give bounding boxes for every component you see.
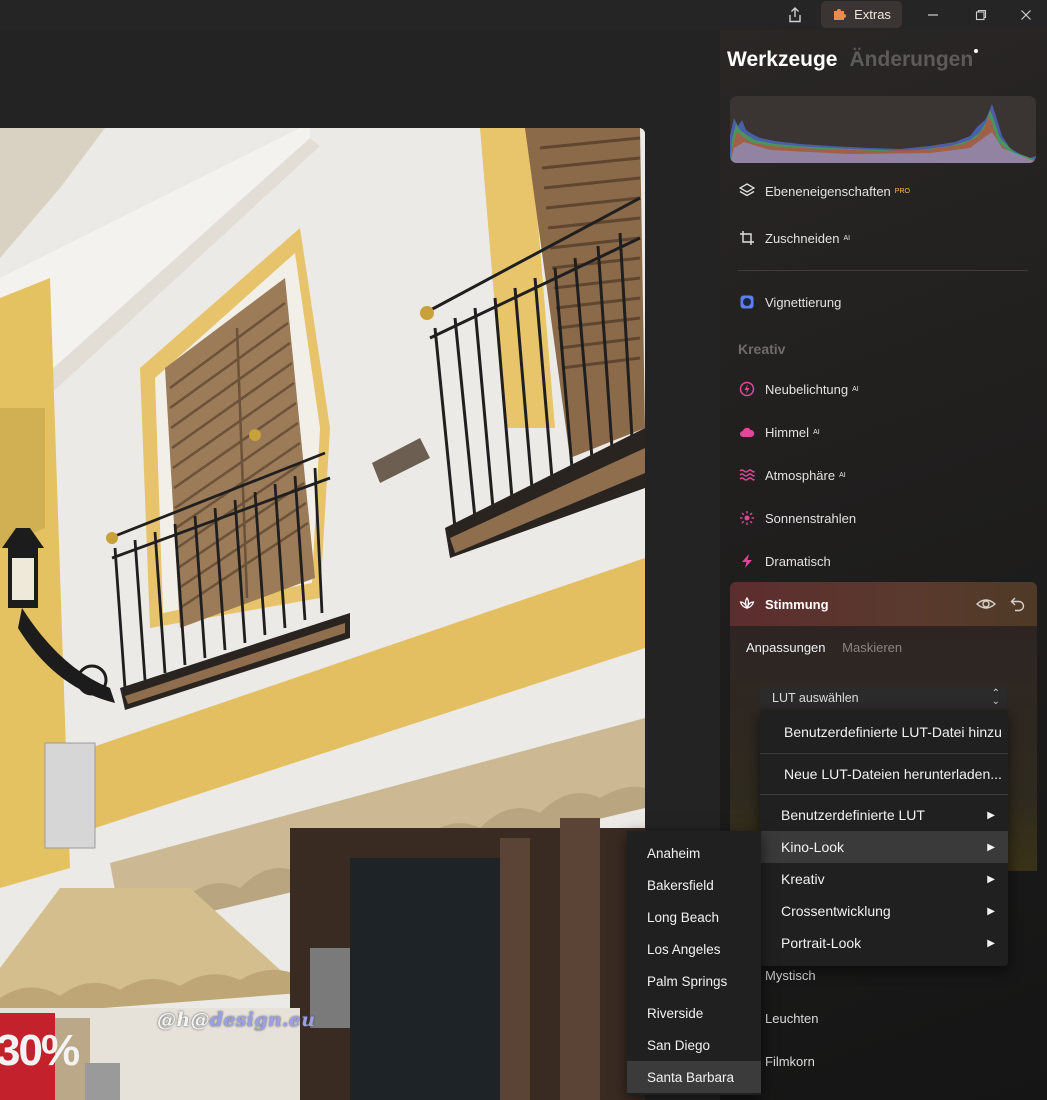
tool-label: Dramatisch xyxy=(765,553,831,569)
minimize-icon[interactable] xyxy=(920,0,946,30)
submenu-item-bakersfield[interactable]: Bakersfield xyxy=(627,869,761,901)
lut-menu: Benutzerdefinierte LUT-Datei hinzu Neue … xyxy=(760,710,1008,966)
ai-badge: AI xyxy=(839,471,846,479)
tool-label: Atmosphäre xyxy=(765,467,836,483)
panel-tabs: Werkzeuge Änderungen xyxy=(727,48,973,72)
menu-item-kreativ[interactable]: Kreativ ▶ xyxy=(760,863,1008,895)
tool-atmosphaere[interactable]: Atmosphäre AI xyxy=(738,466,846,484)
menu-item-portrait-look[interactable]: Portrait-Look ▶ xyxy=(760,927,1008,959)
menu-item-custom-lut-file[interactable]: Benutzerdefinierte LUT-Datei hinzu xyxy=(760,716,1008,748)
crop-icon xyxy=(738,229,756,247)
submenu-arrow-icon: ▶ xyxy=(987,905,995,917)
extras-button[interactable]: Extras xyxy=(821,1,902,28)
relight-icon xyxy=(738,380,756,398)
tool-filmkorn[interactable]: Filmkorn xyxy=(765,1054,815,1069)
menu-item-label: Crossentwicklung xyxy=(781,903,891,919)
submenu-item-riverside[interactable]: Riverside xyxy=(627,997,761,1029)
chevron-updown-icon: ⌃ ⌄ xyxy=(991,688,1000,707)
cloud-icon xyxy=(738,423,756,441)
submenu-item-san-diego[interactable]: San Diego xyxy=(627,1029,761,1061)
close-icon[interactable] xyxy=(1013,0,1039,30)
tool-mystisch[interactable]: Mystisch xyxy=(765,968,816,983)
tool-himmel[interactable]: Himmel AI xyxy=(738,423,820,441)
pro-badge: PRO xyxy=(894,187,910,195)
lotus-icon xyxy=(738,595,756,613)
tool-vignettierung[interactable]: Vignettierung xyxy=(738,293,841,311)
undo-icon[interactable] xyxy=(1010,596,1026,617)
sale-sign-text: 30% xyxy=(0,1026,80,1075)
tool-sonnenstrahlen[interactable]: Sonnenstrahlen xyxy=(738,509,856,527)
submenu-item-los-angeles[interactable]: Los Angeles xyxy=(627,933,761,965)
title-bar: Extras xyxy=(0,0,1047,30)
tool-ebeneneigenschaften[interactable]: Ebeneneigenschaften PRO xyxy=(738,182,910,200)
subtab-anpassungen[interactable]: Anpassungen xyxy=(746,640,826,655)
tool-label: Vignettierung xyxy=(765,294,842,310)
menu-item-label: Kreativ xyxy=(781,871,825,887)
tab-werkzeuge[interactable]: Werkzeuge xyxy=(727,48,838,71)
ai-badge: AI xyxy=(843,234,851,242)
histogram xyxy=(730,96,1036,163)
menu-separator xyxy=(760,753,1008,754)
menu-item-download-luts[interactable]: Neue LUT-Dateien herunterladen... xyxy=(760,758,1008,790)
tool-stimmung[interactable]: Stimmung xyxy=(738,595,829,613)
divider xyxy=(738,270,1028,271)
submenu-arrow-icon: ▶ xyxy=(987,809,995,821)
tool-label: Himmel xyxy=(765,424,810,440)
menu-item-label: Portrait-Look xyxy=(781,935,862,951)
submenu-arrow-icon: ▶ xyxy=(987,841,995,853)
menu-item-crossentwicklung[interactable]: Crossentwicklung ▶ xyxy=(760,895,1008,927)
lut-select[interactable]: LUT auswählen ⌃ ⌄ xyxy=(760,687,1007,709)
sun-icon xyxy=(738,509,756,527)
menu-separator xyxy=(760,794,1008,795)
tool-neubelichtung[interactable]: Neubelichtung AI xyxy=(738,380,859,398)
tab-aenderungen[interactable]: Änderungen xyxy=(850,48,974,71)
submenu-arrow-icon: ▶ xyxy=(987,937,995,949)
tool-zuschneiden[interactable]: Zuschneiden AI xyxy=(738,229,850,247)
menu-item-custom-lut[interactable]: Benutzerdefinierte LUT ▶ xyxy=(760,799,1008,831)
tool-label: Ebeneneigenschaften xyxy=(765,183,891,199)
submenu-item-palm-springs[interactable]: Palm Springs xyxy=(627,965,761,997)
lightning-icon xyxy=(738,552,756,570)
lut-select-value: LUT auswählen xyxy=(772,691,859,705)
menu-item-label: Benutzerdefinierte LUT xyxy=(781,807,925,823)
puzzle-icon xyxy=(832,5,848,24)
layers-icon xyxy=(738,182,756,200)
menu-item-label: Kino-Look xyxy=(781,839,845,855)
submenu-item-santa-barbara[interactable]: Santa Barbara xyxy=(627,1061,761,1093)
subtab-maskieren[interactable]: Maskieren xyxy=(842,640,902,655)
restore-icon[interactable] xyxy=(968,0,994,30)
ai-badge: AI xyxy=(852,385,859,393)
tool-label: Zuschneiden xyxy=(765,230,840,246)
extras-label: Extras xyxy=(854,7,891,22)
section-kreativ: Kreativ xyxy=(738,341,786,357)
menu-item-kino-look[interactable]: Kino-Look ▶ xyxy=(760,831,1008,863)
waves-icon xyxy=(738,466,756,484)
submenu-item-anaheim[interactable]: Anaheim xyxy=(627,837,761,869)
submenu-item-long-beach[interactable]: Long Beach xyxy=(627,901,761,933)
tool-dramatisch[interactable]: Dramatisch xyxy=(738,552,831,570)
tool-leuchten[interactable]: Leuchten xyxy=(765,1011,819,1026)
kino-look-submenu: Anaheim Bakersfield Long Beach Los Angel… xyxy=(627,831,761,1095)
eye-icon[interactable] xyxy=(975,596,997,617)
photo-canvas[interactable]: 30% xyxy=(0,128,645,1100)
vignette-icon xyxy=(738,293,756,311)
menu-item-label: Benutzerdefinierte LUT-Datei hinzu xyxy=(784,724,1002,740)
tool-label: Neubelichtung xyxy=(765,381,849,397)
watermark: @h@design.eu xyxy=(157,1009,316,1031)
stimmung-subtabs: Anpassungen Maskieren xyxy=(746,640,902,655)
tool-label: Stimmung xyxy=(765,596,829,612)
ai-badge: AI xyxy=(813,428,820,436)
share-icon[interactable] xyxy=(782,0,808,30)
menu-item-label: Neue LUT-Dateien herunterladen... xyxy=(784,766,1002,782)
submenu-arrow-icon: ▶ xyxy=(987,873,995,885)
changes-indicator-dot xyxy=(974,49,978,53)
tool-label: Sonnenstrahlen xyxy=(765,510,857,526)
